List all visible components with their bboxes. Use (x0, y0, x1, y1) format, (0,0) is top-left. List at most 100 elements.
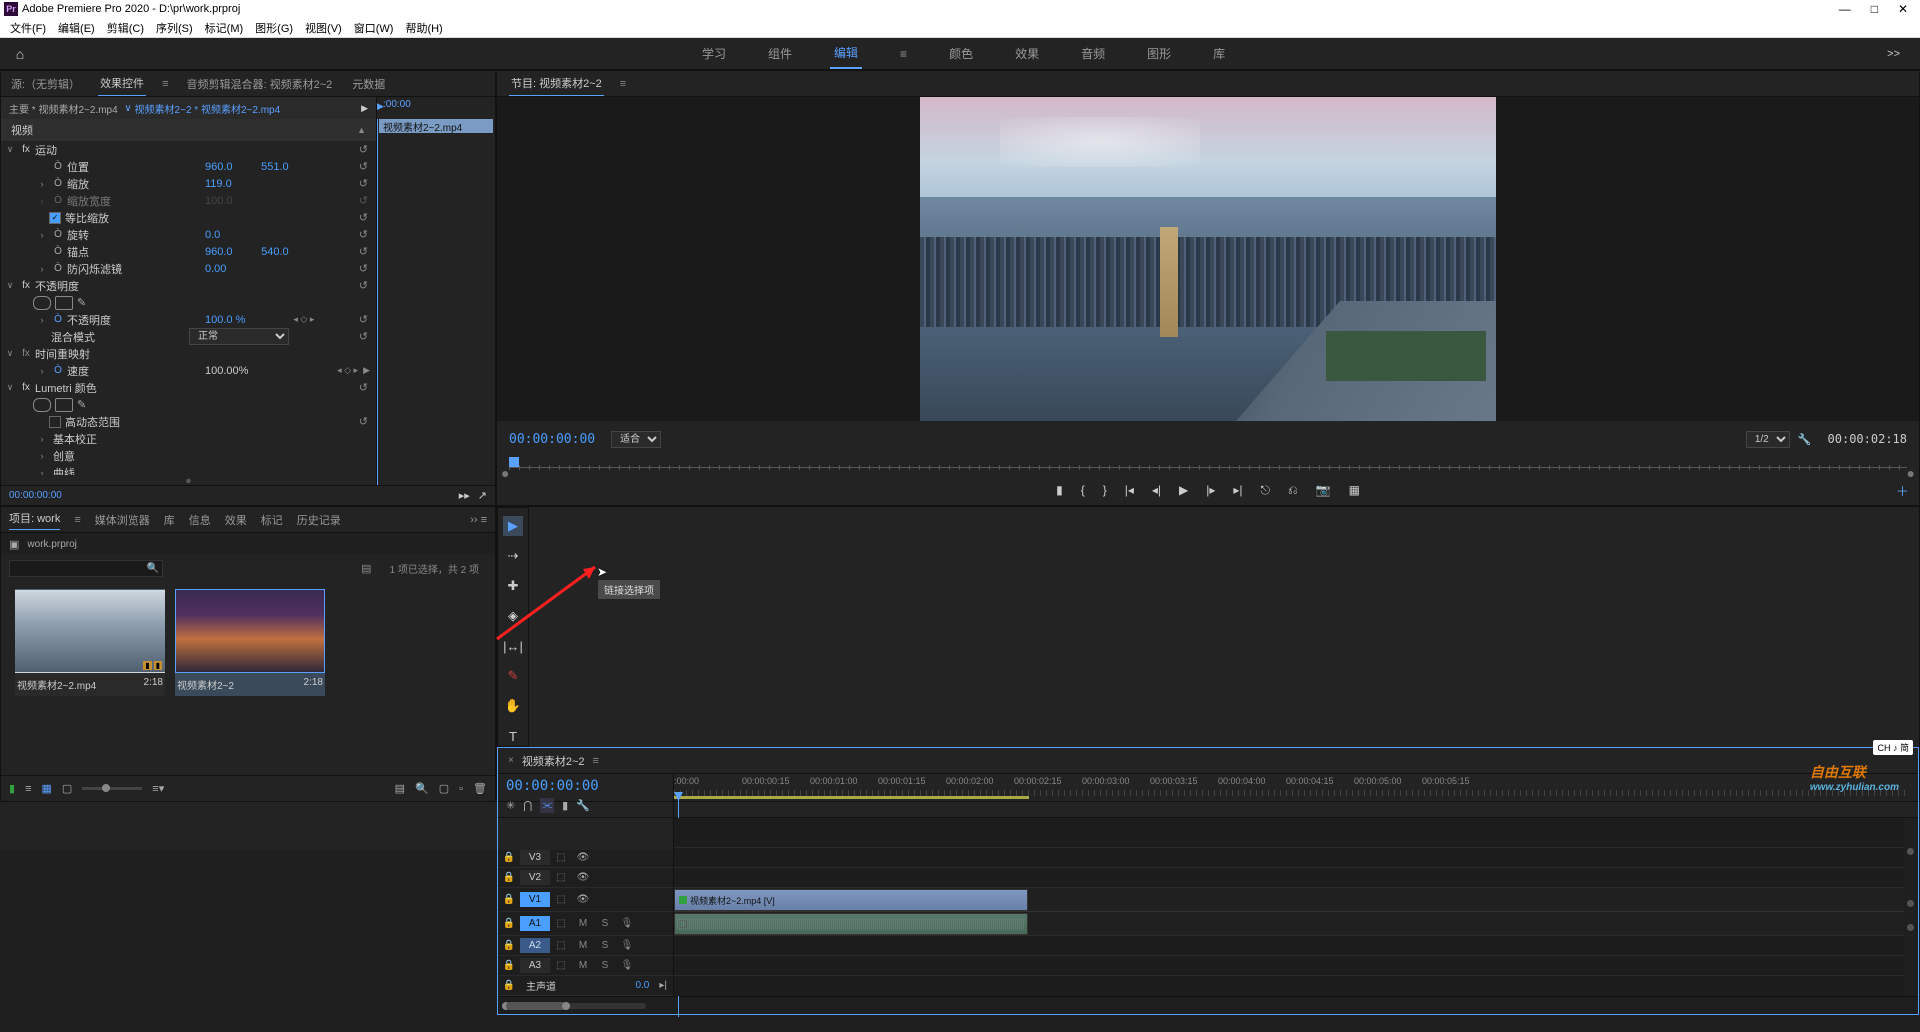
tab-source[interactable]: 源:（无剪辑） (9, 72, 82, 96)
track-a2-target[interactable]: A2 (520, 938, 550, 953)
tab-info[interactable]: 信息 (189, 512, 211, 528)
fx-lumetri-row[interactable]: ∨fx Lumetri 颜色 ↺ (1, 379, 376, 396)
voice-over-icon[interactable]: 🎙 (616, 960, 638, 971)
sync-lock-icon[interactable]: ⬚ (550, 960, 572, 971)
razor-tool-icon[interactable]: ◈ (503, 606, 523, 626)
write-toggle-icon[interactable]: ▮ (9, 782, 15, 795)
resolution-select[interactable]: 1/2 (1746, 431, 1790, 448)
reset-icon[interactable]: ↺ (359, 160, 368, 173)
solo-icon[interactable]: S (594, 918, 616, 929)
selection-tool-icon[interactable]: ▶ (503, 516, 523, 536)
opacity-value[interactable]: 100.0 % (205, 314, 255, 326)
maximize-button[interactable]: □ (1871, 2, 1878, 16)
tab-menu-icon[interactable]: ≡ (620, 78, 626, 90)
program-scrubber[interactable]: ● ● (509, 457, 1907, 475)
mask-ellipse-icon[interactable] (33, 296, 51, 310)
ws-tab-audio[interactable]: 音频 (1077, 39, 1109, 68)
list-view-icon[interactable]: ≡ (25, 783, 31, 795)
ec-playhead-line[interactable] (377, 119, 378, 485)
step-fwd-icon[interactable]: |▸ (1206, 483, 1215, 497)
timeline-clip-video[interactable]: 视频素材2~2.mp4 [V] (674, 889, 1028, 911)
bin-thumbnail[interactable] (175, 589, 325, 673)
mute-icon[interactable]: M (572, 918, 594, 929)
mask-pen-icon[interactable]: ✎ (77, 398, 95, 412)
program-timecode-left[interactable]: 00:00:00:00 (509, 432, 595, 447)
sync-lock-icon[interactable]: ⬚ (550, 940, 572, 951)
export-frame-icon[interactable]: ↗ (478, 489, 487, 502)
menu-file[interactable]: 文件(F) (6, 18, 50, 38)
anchor-x[interactable]: 960.0 (205, 246, 255, 258)
icon-view-icon[interactable]: ▦ (41, 782, 51, 795)
stopwatch-icon[interactable]: Ò (51, 246, 65, 257)
tab-project[interactable]: 项目: work (9, 510, 60, 530)
add-button-icon[interactable]: ＋ (1896, 481, 1909, 500)
tab-libraries[interactable]: 库 (164, 512, 175, 528)
timeline-timecode[interactable]: 00:00:00:00 (506, 778, 665, 794)
mute-icon[interactable]: M (572, 960, 594, 971)
thumbnail-size-slider[interactable] (82, 787, 142, 790)
magnet-icon[interactable]: ⋂ (523, 799, 532, 812)
sync-lock-icon[interactable]: ⬚ (550, 918, 572, 929)
ws-tab-graphics[interactable]: 图形 (1143, 39, 1175, 68)
slip-tool-icon[interactable]: |↔| (503, 636, 523, 656)
stopwatch-icon[interactable]: Ò (51, 178, 65, 189)
mask-pen-icon[interactable]: ✎ (77, 296, 95, 310)
reset-icon[interactable]: ↺ (359, 381, 368, 394)
fx-toggle-icon[interactable]: fx (19, 280, 33, 291)
eye-icon[interactable]: 👁 (572, 872, 594, 883)
eye-icon[interactable]: 👁 (572, 894, 594, 905)
stopwatch-icon[interactable]: Ò (51, 161, 65, 172)
ws-tab-assembly[interactable]: 组件 (764, 39, 796, 68)
snap-icon[interactable]: ✳ (506, 799, 515, 812)
sort-icon[interactable]: ≡▾ (152, 782, 164, 795)
panel-overflow-icon[interactable]: ›› ≡ (470, 514, 487, 526)
reset-icon[interactable]: ↺ (359, 245, 368, 258)
timeline-clip-audio[interactable] (674, 913, 1028, 935)
play-icon[interactable]: ▶ (1179, 483, 1188, 497)
scrub-handle-right[interactable]: ● (1907, 465, 1915, 481)
ime-badge[interactable]: CH ♪ 简 (1873, 740, 1913, 755)
hdr-checkbox[interactable] (49, 416, 61, 428)
track-v1-target[interactable]: V1 (520, 892, 550, 907)
ws-tab-learn[interactable]: 学习 (698, 39, 730, 68)
mask-rect-icon[interactable] (55, 398, 73, 412)
voice-over-icon[interactable]: 🎙 (616, 918, 638, 929)
mark-in-icon[interactable]: { (1081, 483, 1085, 497)
menu-edit[interactable]: 编辑(E) (54, 18, 99, 38)
close-sequence-icon[interactable]: × (508, 755, 514, 766)
keyframe-nav[interactable]: ◂ ◇ ▸ ▶ (337, 365, 370, 376)
pen-tool-icon[interactable]: ✎ (503, 666, 523, 686)
tab-metadata[interactable]: 元数据 (350, 72, 387, 96)
scale-value[interactable]: 119.0 (205, 178, 255, 190)
rotation-value[interactable]: 0.0 (205, 229, 255, 241)
menu-marker[interactable]: 标记(M) (201, 18, 248, 38)
menu-help[interactable]: 帮助(H) (401, 18, 446, 38)
marker-icon[interactable]: ▮ (562, 799, 568, 812)
mute-icon[interactable]: M (572, 940, 594, 951)
workspace-overflow-button[interactable]: >> (1887, 48, 1900, 60)
position-y[interactable]: 551.0 (261, 161, 311, 173)
speed-value[interactable]: 100.00% (205, 365, 255, 377)
settings-icon[interactable]: 🔧 (576, 799, 590, 812)
ec-timecode[interactable]: 00:00:00:00 (9, 490, 62, 501)
reset-icon[interactable]: ↺ (359, 211, 368, 224)
mark-out-icon[interactable]: } (1103, 483, 1107, 497)
fx-toggle-icon[interactable]: fx (19, 144, 33, 155)
lock-icon[interactable]: 🔒 (498, 980, 520, 991)
track-a3-target[interactable]: A3 (520, 958, 550, 973)
ec-header-toggle-icon[interactable]: ▶ (361, 103, 368, 114)
ws-tab-edit-menu[interactable]: ≡ (896, 41, 911, 67)
ws-tab-effects[interactable]: 效果 (1011, 39, 1043, 68)
stopwatch-icon[interactable]: Ò (51, 263, 65, 274)
work-area-bar[interactable] (674, 796, 1029, 799)
master-value[interactable]: 0.0 (635, 980, 649, 991)
reset-icon[interactable]: ↺ (359, 415, 368, 428)
lock-icon[interactable]: 🔒 (498, 872, 520, 883)
solo-icon[interactable]: S (594, 940, 616, 951)
reset-icon[interactable]: ↺ (359, 143, 368, 156)
menu-window[interactable]: 窗口(W) (350, 18, 398, 38)
lock-icon[interactable]: 🔒 (498, 940, 520, 951)
extract-icon[interactable]: ⎌ (1288, 483, 1298, 498)
sequence-name[interactable]: 视频素材2~2 (522, 753, 585, 769)
bin-thumbnail[interactable]: ▮▮ (15, 589, 165, 673)
